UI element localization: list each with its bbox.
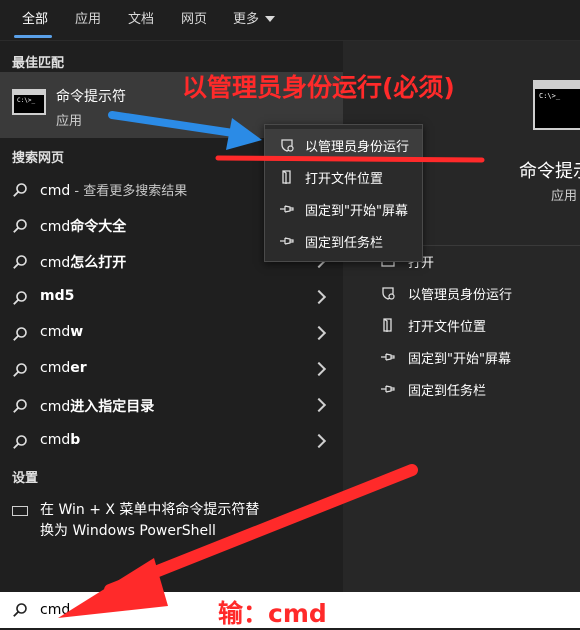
- cmd-app-icon: C:\>_: [12, 89, 46, 115]
- web-result-term: cmd: [40, 399, 71, 415]
- tab-apps[interactable]: 应用: [75, 8, 101, 27]
- context-menu-pin-start[interactable]: 固定到"开始"屏幕: [265, 193, 422, 225]
- context-menu: 以管理员身份运行 打开文件位置 固定到"开始"屏幕 固定到任务栏: [264, 124, 423, 262]
- context-menu-pin-taskbar[interactable]: 固定到任务栏: [265, 225, 422, 257]
- preview-action-pin-start[interactable]: 固定到"开始"屏幕: [380, 344, 580, 372]
- chevron-right-icon[interactable]: [311, 397, 327, 413]
- settings-item-line1[interactable]: 在 Win + X 菜单中将命令提示符替: [40, 499, 259, 519]
- web-result-term: cmd: [40, 324, 71, 340]
- chevron-right-icon[interactable]: [311, 361, 327, 377]
- web-result-suffix: 进入指定目录: [70, 399, 155, 415]
- tab-documents[interactable]: 文档: [128, 8, 154, 27]
- preview-action-label: 打开文件位置: [408, 320, 487, 335]
- context-menu-label: 打开文件位置: [305, 172, 384, 187]
- web-result-suffix: er: [70, 360, 87, 376]
- search-icon: [13, 219, 27, 233]
- web-result-item[interactable]: md5: [0, 280, 343, 316]
- pin-icon: [381, 353, 395, 361]
- active-tab-indicator: [14, 35, 52, 38]
- chevron-right-icon[interactable]: [311, 433, 327, 449]
- search-icon: [13, 363, 27, 377]
- web-result-item[interactable]: cmdb: [0, 424, 343, 460]
- context-menu-run-as-admin[interactable]: 以管理员身份运行: [265, 129, 422, 161]
- web-result-suffix: 命令大全: [70, 219, 127, 235]
- web-result-suffix: - 查看更多搜索结果: [70, 184, 188, 199]
- cmd-app-large-icon: C:\>_: [533, 80, 580, 130]
- web-result-suffix: 怎么打开: [70, 255, 127, 271]
- tab-web[interactable]: 网页: [181, 8, 207, 27]
- search-icon: [13, 183, 27, 197]
- context-menu-label: 固定到任务栏: [305, 236, 384, 251]
- web-result-term: cmd: [40, 183, 71, 199]
- web-result-term: cmd: [40, 255, 71, 271]
- web-result-item[interactable]: cmder: [0, 352, 343, 388]
- chevron-right-icon[interactable]: [311, 325, 327, 341]
- preview-action-pin-taskbar[interactable]: 固定到任务栏: [380, 376, 580, 404]
- context-menu-label: 固定到"开始"屏幕: [305, 204, 408, 219]
- folder-icon: [383, 318, 392, 332]
- tab-more[interactable]: 更多: [233, 8, 276, 27]
- context-menu-label: 以管理员身份运行: [305, 140, 410, 155]
- chevron-down-icon: [265, 15, 276, 22]
- search-icon: [13, 603, 27, 617]
- search-icon: [13, 435, 27, 449]
- web-result-term: md5: [40, 288, 75, 304]
- section-best-match: 最佳匹配: [12, 56, 65, 71]
- web-result-term: cmd: [40, 432, 71, 448]
- settings-item-line2[interactable]: 换为 Windows PowerShell: [40, 520, 216, 540]
- pin-icon: [381, 385, 395, 393]
- preview-subtitle: 应用: [551, 189, 578, 204]
- keyboard-icon: [12, 506, 28, 516]
- best-match-title: 命令提示符: [56, 89, 126, 105]
- search-icon: [13, 291, 27, 305]
- search-tabs: 全部 应用 文档 网页 更多: [0, 0, 580, 41]
- section-web-search: 搜索网页: [12, 151, 65, 166]
- pin-icon: [280, 205, 294, 213]
- web-result-item[interactable]: cmd进入指定目录: [0, 388, 343, 424]
- web-result-term: cmd: [40, 360, 71, 376]
- web-result-item[interactable]: cmdw: [0, 316, 343, 352]
- tab-more-label: 更多: [233, 12, 260, 27]
- shield-icon: [382, 287, 395, 300]
- shield-icon: [281, 139, 294, 152]
- preview-action-label: 固定到"开始"屏幕: [408, 352, 511, 367]
- best-match-subtitle: 应用: [56, 114, 83, 129]
- chevron-right-icon[interactable]: [311, 289, 327, 305]
- preview-action-label: 固定到任务栏: [408, 384, 487, 399]
- web-result-suffix: b: [70, 432, 81, 448]
- section-settings: 设置: [12, 471, 39, 486]
- search-icon: [13, 399, 27, 413]
- web-result-suffix: w: [70, 324, 84, 340]
- search-icon: [13, 255, 27, 269]
- preview-action-label: 以管理员身份运行: [408, 288, 513, 303]
- web-result-term: cmd: [40, 219, 71, 235]
- preview-action-open-location[interactable]: 打开文件位置: [380, 312, 580, 340]
- context-menu-open-location[interactable]: 打开文件位置: [265, 161, 422, 193]
- preview-title: 命令提示: [519, 161, 580, 182]
- tab-all[interactable]: 全部: [22, 8, 48, 27]
- annotation-type-cmd: 输：cmd: [218, 599, 327, 628]
- search-input[interactable]: cmd: [40, 602, 70, 618]
- folder-icon: [282, 170, 291, 184]
- search-icon: [13, 327, 27, 341]
- preview-action-run-as-admin[interactable]: 以管理员身份运行: [380, 280, 580, 308]
- annotation-run-as-admin-required: 以管理员身份运行(必须): [182, 73, 455, 102]
- pin-icon: [280, 237, 294, 245]
